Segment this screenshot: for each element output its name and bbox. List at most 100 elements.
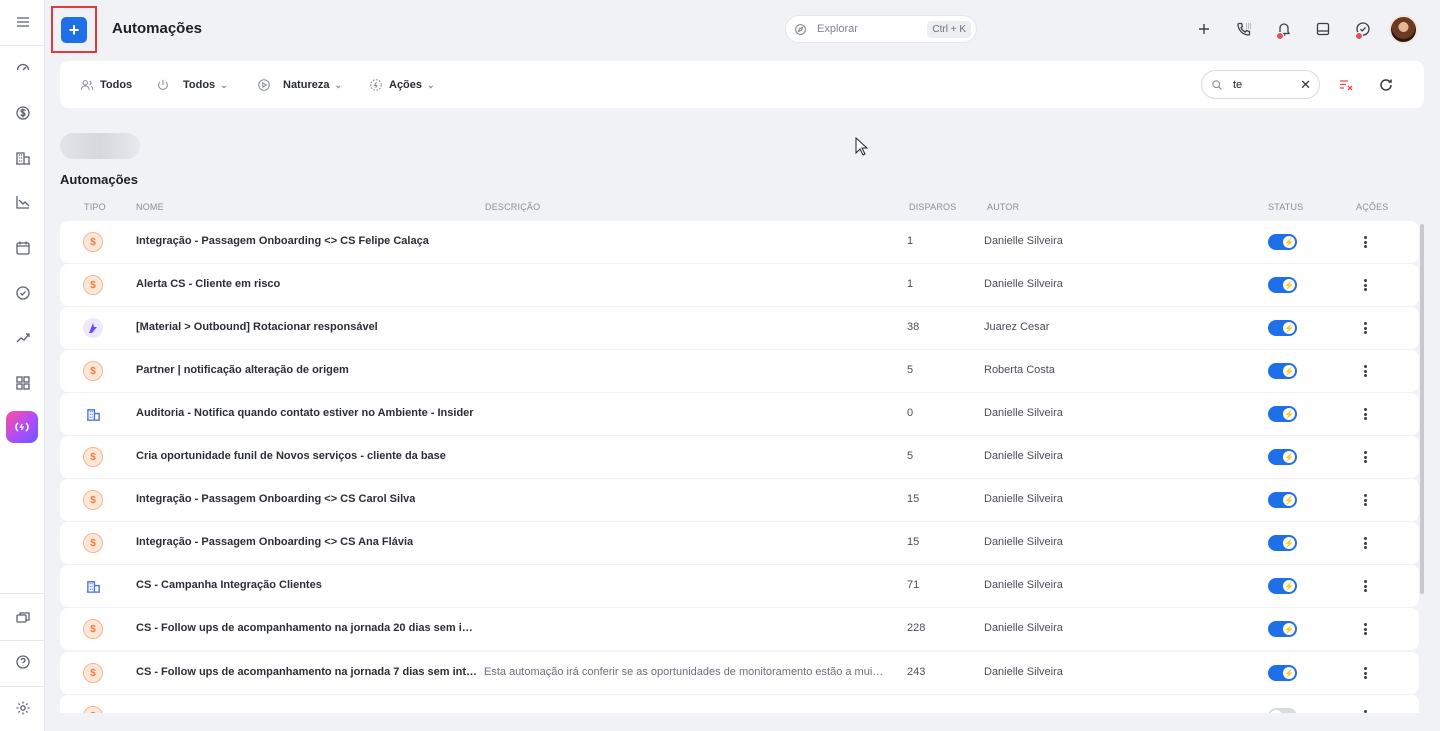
dashboard-gauge-icon[interactable]	[0, 47, 45, 87]
status-toggle[interactable]: ⚡	[1268, 277, 1297, 293]
bolt-icon: ⚡	[1283, 494, 1295, 506]
chevron-down-icon: ⌄	[220, 79, 228, 90]
settings-gear-icon[interactable]	[0, 688, 45, 728]
mouse-cursor-icon	[855, 137, 869, 156]
automation-name[interactable]: Integração - Passagem Onboarding <> CS F…	[136, 235, 429, 247]
automation-name[interactable]: Integração - Passagem Onboarding <> CS A…	[136, 536, 413, 548]
search-field[interactable]: ✕	[1201, 70, 1320, 99]
status-filter[interactable]: Todos ⌄	[156, 78, 228, 92]
status-toggle[interactable]: ⚡	[1268, 406, 1297, 422]
building-icon[interactable]	[0, 138, 45, 178]
more-options-icon[interactable]	[1359, 448, 1371, 466]
automation-name[interactable]: Integração - Passagem Onboarding <> CS C…	[136, 493, 415, 505]
automation-name[interactable]: CS - Follow ups de acompanhamento na jor…	[136, 666, 477, 678]
automations-nav-icon[interactable]	[6, 411, 38, 443]
automation-name[interactable]: [Material > Outbound] Rotacionar respons…	[136, 321, 378, 333]
table-row[interactable]: $ Integração - Passagem Onboarding <> CS …	[60, 522, 1419, 564]
status-toggle[interactable]: ⚡	[1268, 320, 1297, 336]
column-header-name[interactable]: NOME	[136, 202, 164, 212]
status-filter-label: Todos	[183, 79, 216, 91]
inbox-icon[interactable]	[1313, 19, 1333, 39]
more-options-icon[interactable]	[1359, 405, 1371, 423]
trend-icon[interactable]	[0, 318, 45, 358]
rail-divider	[0, 640, 45, 641]
automation-name[interactable]: CS - Follow ups de acompanhamento na jor…	[136, 622, 478, 634]
dollar-icon[interactable]	[0, 93, 45, 133]
chart-icon[interactable]	[0, 182, 45, 222]
status-toggle[interactable]: ⚡	[1268, 578, 1297, 594]
clear-filters-icon[interactable]	[1338, 77, 1354, 93]
play-circle-icon	[257, 78, 271, 92]
table-row[interactable]: $ CS - Follow ups de acompanhamento na jo…	[60, 652, 1419, 694]
automation-name[interactable]: Alerta CS - Cliente em risco	[136, 278, 280, 290]
trigger-count: 5	[907, 450, 914, 462]
author-name: Juarez Cesar	[984, 321, 1050, 333]
status-toggle[interactable]	[1268, 708, 1297, 713]
menu-icon[interactable]	[0, 2, 45, 42]
building-icon	[83, 404, 103, 424]
table-row[interactable]: [Material > Outbound] Rotacionar respons…	[60, 307, 1419, 349]
more-options-icon[interactable]	[1359, 577, 1371, 595]
nature-filter-label: Natureza	[283, 79, 330, 91]
status-toggle[interactable]: ⚡	[1268, 621, 1297, 637]
author-name: Danielle Silveira	[984, 666, 1063, 678]
automation-description: Esta automação irá conferir se as oportu…	[484, 666, 884, 678]
status-toggle[interactable]: ⚡	[1268, 492, 1297, 508]
status-toggle[interactable]: ⚡	[1268, 234, 1297, 250]
explore-search[interactable]: Explorar Ctrl + K	[785, 15, 977, 43]
automation-name[interactable]: Partner | notificação alteração de orige…	[136, 364, 349, 376]
more-options-icon[interactable]	[1359, 707, 1371, 713]
status-toggle[interactable]: ⚡	[1268, 665, 1297, 681]
section-title: Automações	[60, 172, 139, 187]
table-row[interactable]: $ Integração - Passagem Onboarding <> CS …	[60, 479, 1419, 521]
nature-filter[interactable]: Natureza ⌄	[257, 78, 342, 92]
table-row[interactable]: $ CS - Follow ups de acompanhamento na jo…	[60, 608, 1419, 650]
more-options-icon[interactable]	[1359, 233, 1371, 251]
scrollbar[interactable]	[1420, 224, 1424, 594]
plus-icon[interactable]	[1194, 19, 1214, 39]
trigger-count: 5	[907, 364, 914, 376]
table-row[interactable]: $	[60, 695, 1419, 713]
column-header-description: DESCRIÇÃO	[485, 202, 541, 212]
check-circle-icon[interactable]	[0, 273, 45, 313]
phone-dialpad-icon[interactable]	[1234, 19, 1254, 39]
layers-icon[interactable]	[0, 597, 45, 637]
search-input[interactable]	[1233, 78, 1293, 91]
table-row[interactable]: Auditoria - Notifica quando contato esti…	[60, 393, 1419, 435]
table-row[interactable]: $ Partner | notificação alteração de orig…	[60, 350, 1419, 392]
table-row[interactable]: CS - Campanha Integração Clientes 71 Danie…	[60, 565, 1419, 607]
clear-search-icon[interactable]: ✕	[1300, 77, 1311, 93]
column-header-author[interactable]: AUTOR	[987, 202, 1019, 212]
more-options-icon[interactable]	[1359, 319, 1371, 337]
bolt-icon: ⚡	[1283, 236, 1295, 248]
owner-filter[interactable]: Todos	[80, 78, 132, 92]
table-row[interactable]: $ Cria oportunidade funil de Novos serviç…	[60, 436, 1419, 478]
more-options-icon[interactable]	[1359, 491, 1371, 509]
automation-name[interactable]: Auditoria - Notifica quando contato esti…	[136, 407, 474, 419]
automation-name[interactable]: Cria oportunidade funil de Novos serviço…	[136, 450, 446, 462]
status-toggle[interactable]: ⚡	[1268, 535, 1297, 551]
table-row[interactable]: $ Integração - Passagem Onboarding <> CS …	[60, 221, 1419, 263]
table-row[interactable]: $ Alerta CS - Cliente em risco 1 Danielle S…	[60, 264, 1419, 306]
author-name: Danielle Silveira	[984, 407, 1063, 419]
automation-name[interactable]: CS - Campanha Integração Clientes	[136, 579, 322, 591]
user-avatar[interactable]	[1389, 15, 1418, 44]
more-options-icon[interactable]	[1359, 534, 1371, 552]
notification-badge	[1276, 32, 1284, 40]
actions-filter[interactable]: Ações ⌄	[369, 78, 435, 92]
calendar-icon[interactable]	[0, 228, 45, 268]
more-options-icon[interactable]	[1359, 276, 1371, 294]
refresh-icon[interactable]	[1378, 77, 1394, 93]
apps-icon[interactable]	[0, 363, 45, 403]
status-toggle[interactable]: ⚡	[1268, 363, 1297, 379]
explore-shortcut: Ctrl + K	[927, 21, 971, 38]
actions-filter-label: Ações	[389, 79, 423, 91]
more-options-icon[interactable]	[1359, 620, 1371, 638]
help-icon[interactable]	[0, 642, 45, 682]
status-toggle[interactable]: ⚡	[1268, 449, 1297, 465]
column-header-triggers[interactable]: DISPAROS	[909, 202, 956, 212]
more-options-icon[interactable]	[1359, 362, 1371, 380]
add-automation-button[interactable]: +	[61, 17, 87, 43]
more-options-icon[interactable]	[1359, 664, 1371, 682]
building-icon	[83, 576, 103, 596]
